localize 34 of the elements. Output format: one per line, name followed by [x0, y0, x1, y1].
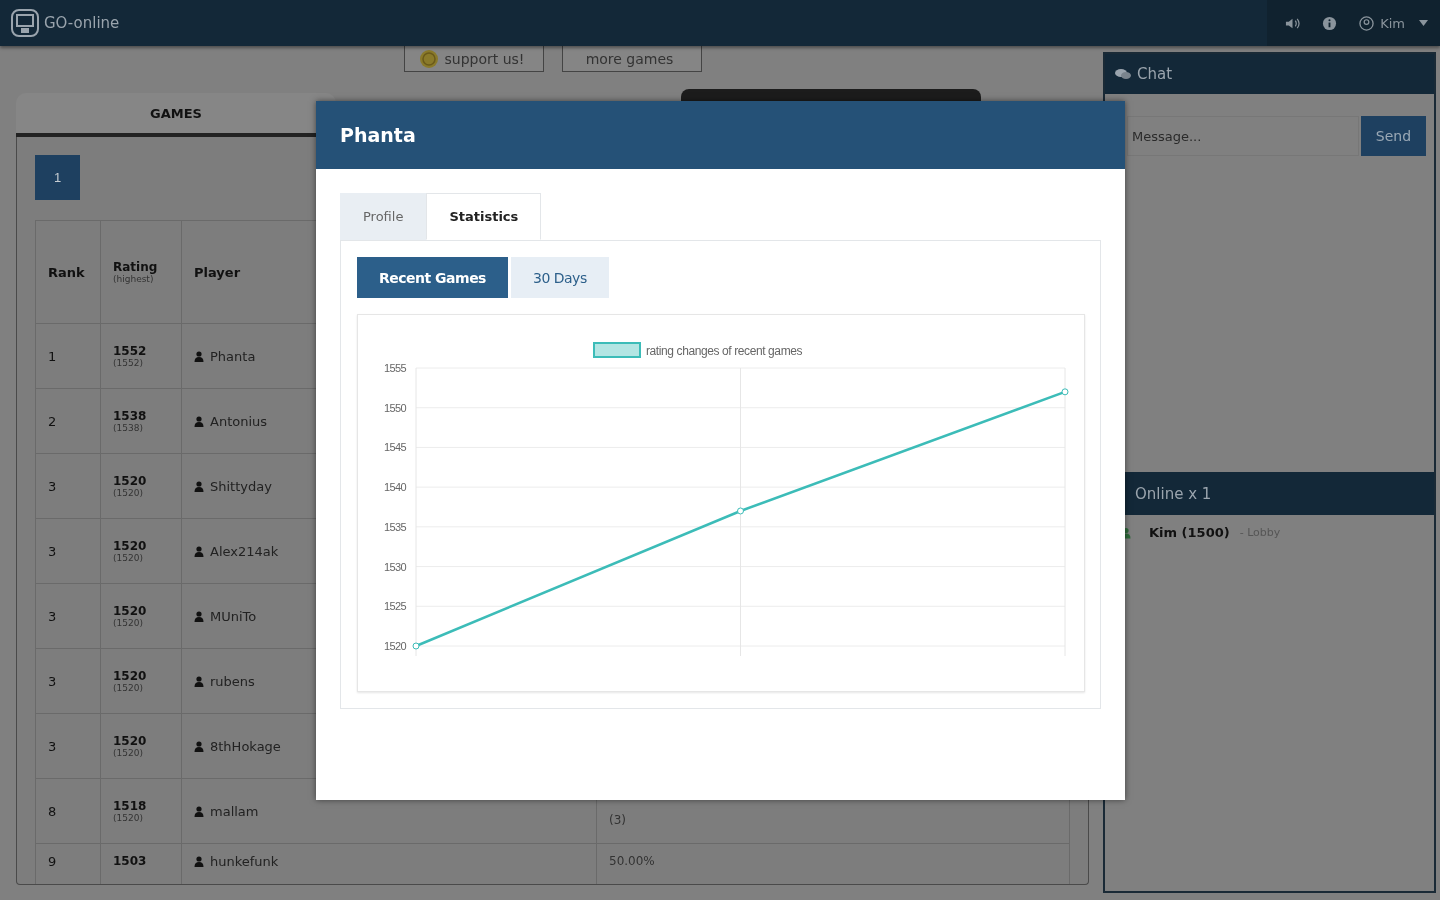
rating-cell: 1520 (1520) — [100, 518, 182, 584]
axis-label: 1530 — [383, 560, 406, 573]
axis-label: 1540 — [383, 481, 406, 494]
rating-cell: 1552 (1552) — [100, 323, 182, 389]
chat-title: Chat — [1137, 65, 1173, 83]
chart-legend: rating changes of recent games — [593, 342, 803, 358]
rank-cell: 2 — [35, 388, 101, 454]
rank-cell: 1 — [35, 323, 101, 389]
dialog-title: Phanta — [340, 124, 416, 146]
axis-label: 1555 — [383, 362, 406, 374]
rank-cell: 3 — [35, 583, 101, 649]
online-title: Online x 1 — [1135, 484, 1212, 503]
axis-label: 1545 — [383, 441, 406, 454]
rank-cell: 3 — [35, 518, 101, 584]
axis-label: 1520 — [383, 640, 406, 652]
table-cell-text: (3) — [609, 813, 627, 827]
rank-cell: 3 — [35, 453, 101, 519]
rating-cell: 1518 (1520) — [100, 778, 182, 844]
rank-cell: 3 — [35, 713, 101, 779]
rating-cell: 1520 (1520) — [100, 453, 182, 519]
rating-cell: 1538 (1538) — [100, 388, 182, 454]
table-cell-text: 50.00% — [609, 854, 656, 868]
rating-cell: 1520 (1520) — [100, 648, 182, 714]
rank-cell: 3 — [35, 648, 101, 714]
axis-label: 1525 — [383, 600, 406, 613]
rating-cell: 1520 (1520) — [100, 713, 182, 779]
rank-cell: 9 — [35, 843, 101, 884]
rank-cell: 8 — [35, 778, 101, 844]
axis-label: 1535 — [383, 520, 406, 533]
rating-cell: 1520 (1520) — [100, 583, 182, 649]
legend-label: rating changes of recent games — [646, 344, 803, 358]
column-header: Rank — [35, 220, 101, 324]
axis-label: 1550 — [383, 401, 406, 414]
column-header: Rating (highest) — [100, 220, 182, 324]
